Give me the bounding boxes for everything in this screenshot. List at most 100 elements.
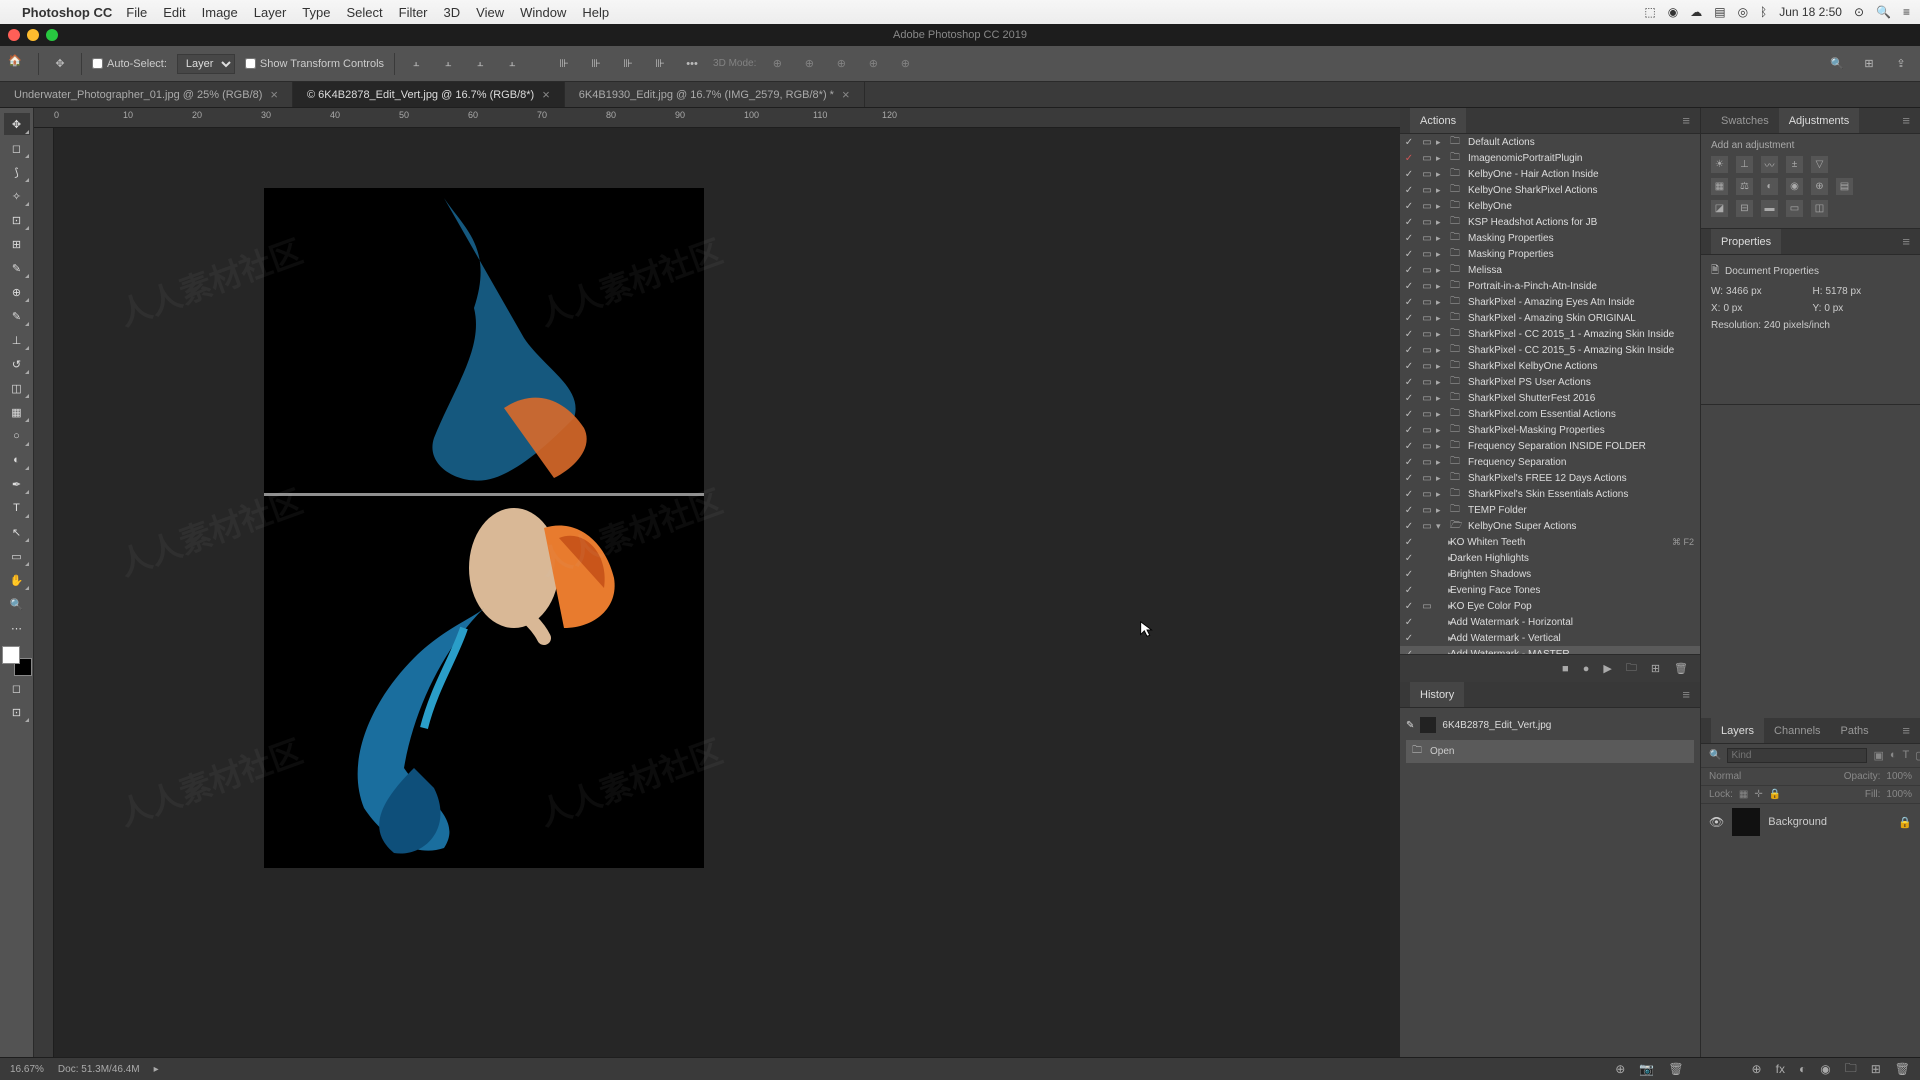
eraser-tool[interactable]: ◫ [4,377,30,399]
share-icon[interactable]: ⇪ [1890,53,1912,75]
menu-image[interactable]: Image [202,5,238,20]
align-icon[interactable]: ⫠ [501,53,523,75]
align-center-icon[interactable]: ⫠ [437,53,459,75]
history-snapshot[interactable]: ✎ 6K4B2878_Edit_Vert.jpg [1406,714,1694,736]
dodge-tool[interactable]: ◐ [4,449,30,471]
action-folder[interactable]: ✓▭▸🗀SharkPixel - CC 2015_5 - Amazing Ski… [1400,342,1700,358]
filter-type-icon[interactable]: T [1903,749,1910,763]
channels-tab[interactable]: Channels [1764,718,1830,743]
action-item[interactable]: ✓▭▸KO Eye Color Pop [1400,598,1700,614]
mask-icon[interactable]: ◐ [1799,1062,1806,1076]
stamp-tool[interactable]: ⊥ [4,329,30,351]
show-transform-checkbox[interactable]: Show Transform Controls [245,58,384,70]
properties-tab[interactable]: Properties [1711,229,1781,254]
shape-tool[interactable]: ▭ [4,545,30,567]
filter-shape-icon[interactable]: ▢ [1915,749,1920,763]
hue-icon[interactable]: ▦ [1711,178,1728,195]
colorbalance-icon[interactable]: ⚖ [1736,178,1753,195]
action-folder[interactable]: ✓▭▸🗀KelbyOne - Hair Action Inside [1400,166,1700,182]
hand-tool[interactable]: ✋ [4,569,30,591]
action-item[interactable]: ✓▸Add Watermark - Vertical [1400,630,1700,646]
workspace-icon[interactable]: ⊞ [1858,53,1880,75]
eyedropper-tool[interactable]: ✎ [4,257,30,279]
distribute-icon[interactable]: ⊪ [585,53,607,75]
gradient-tool[interactable]: ▦ [4,401,30,423]
history-tab[interactable]: History [1410,682,1464,707]
close-icon[interactable]: × [842,87,850,102]
status-icon[interactable]: ⬚ [1644,5,1655,19]
action-folder[interactable]: ✓▭▸🗀Default Actions [1400,134,1700,150]
lock-position-icon[interactable]: ✛ [1754,789,1762,800]
trash-icon[interactable]: 🗑 [1668,1062,1683,1076]
auto-select-mode[interactable]: Layer [177,54,235,74]
action-folder[interactable]: ✓▭▸🗀Portrait-in-a-Pinch-Atn-Inside [1400,278,1700,294]
action-item[interactable]: ✓▸Evening Face Tones [1400,582,1700,598]
menu-view[interactable]: View [476,5,504,20]
lock-pixels-icon[interactable]: ▦ [1739,789,1748,800]
foreground-background-colors[interactable] [2,646,32,676]
canvas-image[interactable] [264,188,704,868]
new-set-icon[interactable]: 🗀 [1626,659,1637,678]
close-icon[interactable]: × [542,87,550,102]
pen-tool[interactable]: ✒ [4,473,30,495]
action-folder[interactable]: ✓▭▸🗀SharkPixel - Amazing Eyes Atn Inside [1400,294,1700,310]
action-item[interactable]: ✓▸Brighten Shadows [1400,566,1700,582]
action-folder[interactable]: ✓▭▸🗀Melissa [1400,262,1700,278]
align-left-icon[interactable]: ⫠ [405,53,427,75]
gradientmap-icon[interactable]: ▭ [1786,200,1803,217]
brush-tool[interactable]: ✎ [4,305,30,327]
distribute-icon[interactable]: ⊪ [617,53,639,75]
swatches-tab[interactable]: Swatches [1711,108,1779,133]
menu-filter[interactable]: Filter [399,5,428,20]
status-icon[interactable]: ⊕ [1615,1062,1625,1076]
lock-all-icon[interactable]: 🔒 [1769,789,1781,800]
edit-toolbar[interactable]: ⋯ [4,617,30,639]
fx-icon[interactable]: fx [1776,1062,1785,1076]
menu-select[interactable]: Select [346,5,382,20]
document-tab[interactable]: 6K4B1930_Edit.jpg @ 16.7% (IMG_2579, RGB… [565,82,865,107]
document-tab[interactable]: © 6K4B2878_Edit_Vert.jpg @ 16.7% (RGB/8*… [293,82,565,107]
action-folder-open[interactable]: ✓▭▾🗁KelbyOne Super Actions [1400,518,1700,534]
action-folder[interactable]: ✓▭▸🗀SharkPixel PS User Actions [1400,374,1700,390]
ruler-horizontal[interactable]: 0102030405060708090100110120 [34,108,1400,128]
new-action-icon[interactable]: ⊞ [1651,662,1660,675]
action-item[interactable]: ✓▸KO Whiten Teeth⌘ F2 [1400,534,1700,550]
status-icon[interactable]: ◉ [1668,5,1678,19]
layer-filter-input[interactable] [1727,748,1867,763]
panel-menu-icon[interactable]: ≡ [1682,687,1690,702]
menu-file[interactable]: File [126,5,147,20]
colorlookup-icon[interactable]: ▤ [1836,178,1853,195]
distribute-icon[interactable]: ⊪ [649,53,671,75]
trash-icon[interactable]: 🗑 [1674,662,1688,675]
action-folder[interactable]: ✓▭▸🗀SharkPixel-Masking Properties [1400,422,1700,438]
doc-size[interactable]: Doc: 51.3M/46.4M [58,1064,140,1075]
bw-icon[interactable]: ◐ [1761,178,1778,195]
properties-panel-header[interactable]: Properties ≡ [1701,229,1920,255]
action-folder[interactable]: ✓▭▸🗀Masking Properties [1400,246,1700,262]
action-folder[interactable]: ✓▭▸🗀SharkPixel ShutterFest 2016 [1400,390,1700,406]
panel-menu-icon[interactable]: ≡ [1682,113,1690,128]
home-icon[interactable]: 🏠 [8,54,28,74]
clock[interactable]: Jun 18 2:50 [1779,5,1842,19]
paths-tab[interactable]: Paths [1831,718,1879,743]
curves-icon[interactable]: 〰 [1761,156,1778,173]
adjustments-tab[interactable]: Adjustments [1779,108,1860,133]
path-tool[interactable]: ↖ [4,521,30,543]
layer-name[interactable]: Background [1768,816,1827,828]
history-brush-tool[interactable]: ↺ [4,353,30,375]
layer-thumbnail[interactable] [1732,808,1760,836]
action-folder[interactable]: ✓▭▸🗀SharkPixel's FREE 12 Days Actions [1400,470,1700,486]
spotlight-icon[interactable]: 🔍 [1876,5,1891,19]
menu-type[interactable]: Type [302,5,330,20]
play-icon[interactable]: ▶ [1603,662,1611,675]
menu-layer[interactable]: Layer [254,5,287,20]
status-icon[interactable]: ☁ [1690,5,1702,19]
healing-tool[interactable]: ⊕ [4,281,30,303]
actions-tab[interactable]: Actions [1410,108,1466,133]
trash-icon[interactable]: 🗑 [1895,1062,1910,1076]
action-folder[interactable]: ✓▭▸🗀Masking Properties [1400,230,1700,246]
link-icon[interactable]: ⊕ [1752,1062,1762,1076]
action-folder[interactable]: ✓▭▸🗀KSP Headshot Actions for JB [1400,214,1700,230]
move-tool[interactable]: ✥ [4,113,30,135]
bluetooth-icon[interactable]: ᛒ [1760,5,1767,19]
